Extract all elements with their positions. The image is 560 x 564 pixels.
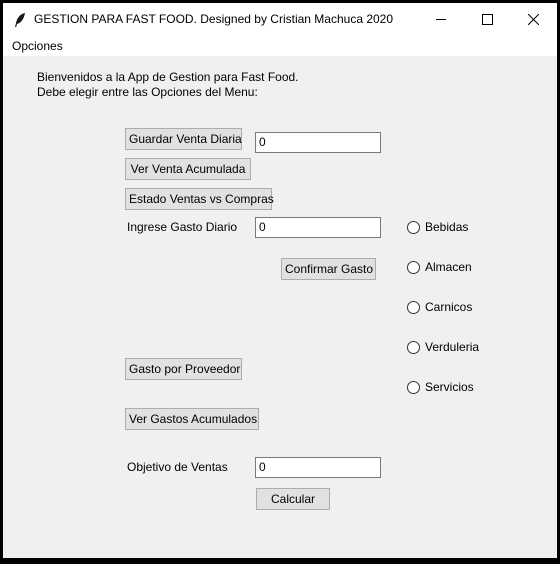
radio-label: Verduleria bbox=[425, 340, 480, 354]
radio-circle bbox=[407, 341, 420, 354]
ver-gastos-acumulados-button[interactable]: Ver Gastos Acumulados bbox=[125, 408, 259, 430]
gasto-diario-input[interactable]: 0 bbox=[255, 217, 381, 238]
app-window: GESTION PARA FAST FOOD. Designed by Cris… bbox=[3, 3, 557, 558]
menu-bar: Opciones bbox=[3, 36, 557, 56]
close-icon bbox=[528, 14, 539, 25]
maximize-button[interactable] bbox=[465, 3, 511, 36]
feather-icon bbox=[15, 13, 25, 27]
objetivo-ventas-input[interactable]: 0 bbox=[255, 457, 381, 478]
radio-label: Almacen bbox=[425, 260, 472, 274]
radio-circle bbox=[407, 381, 420, 394]
estado-ventas-compras-button[interactable]: Estado Ventas vs Compras bbox=[125, 188, 274, 210]
window-title: GESTION PARA FAST FOOD. Designed by Cris… bbox=[34, 12, 394, 26]
confirmar-gasto-button[interactable]: Confirmar Gasto bbox=[281, 258, 376, 280]
radio-circle bbox=[407, 221, 420, 234]
gasto-por-proveedor-button[interactable]: Gasto por Proveedor bbox=[125, 358, 242, 380]
welcome-line-2: Debe elegir entre las Opciones del Menu: bbox=[37, 85, 258, 99]
minimize-button[interactable] bbox=[419, 3, 465, 36]
menu-opciones[interactable]: Opciones bbox=[12, 39, 63, 53]
guardar-venta-diaria-button[interactable]: Guardar Venta Diaria bbox=[125, 128, 242, 150]
radio-label: Bebidas bbox=[425, 220, 469, 234]
radio-label: Servicios bbox=[425, 380, 474, 394]
close-button[interactable] bbox=[511, 3, 557, 36]
venta-diaria-input[interactable]: 0 bbox=[255, 132, 381, 153]
calcular-button[interactable]: Calcular bbox=[256, 488, 330, 510]
radio-circle bbox=[407, 261, 420, 274]
title-bar: GESTION PARA FAST FOOD. Designed by Cris… bbox=[3, 3, 557, 36]
objetivo-ventas-label: Objetivo de Ventas bbox=[127, 460, 228, 474]
ver-venta-acumulada-button[interactable]: Ver Venta Acumulada bbox=[125, 158, 251, 180]
maximize-icon bbox=[482, 14, 493, 25]
minimize-icon bbox=[436, 19, 446, 20]
radio-label: Carnicos bbox=[425, 300, 473, 314]
welcome-line-1: Bienvenidos a la App de Gestion para Fas… bbox=[37, 70, 299, 84]
gasto-diario-label: Ingrese Gasto Diario bbox=[127, 220, 238, 234]
radio-circle bbox=[407, 301, 420, 314]
